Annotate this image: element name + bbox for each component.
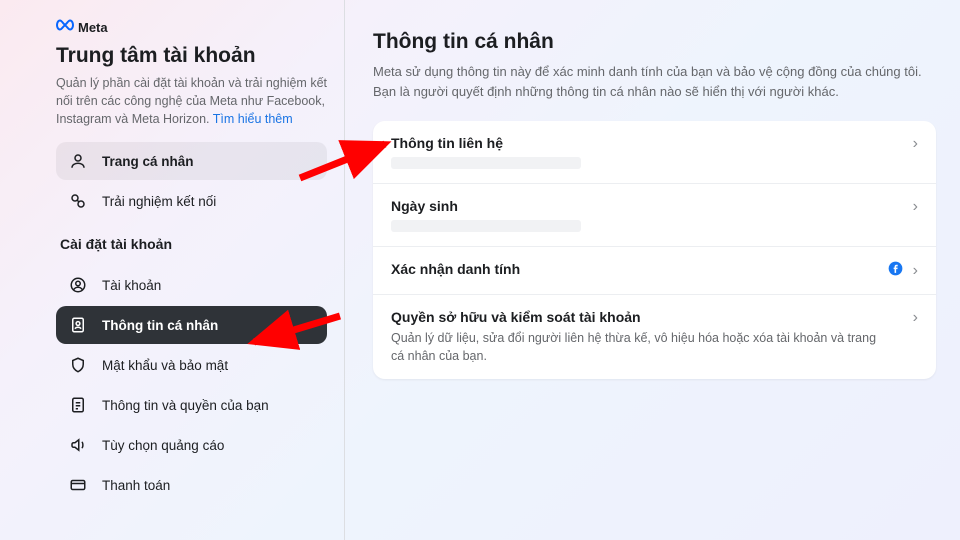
sidebar-item-label: Trang cá nhân <box>102 154 194 169</box>
row-identity-confirmation[interactable]: Xác nhận danh tính › <box>373 247 936 295</box>
learn-more-link[interactable]: Tìm hiểu thêm <box>213 112 293 126</box>
row-contact-info[interactable]: Thông tin liên hệ › <box>373 121 936 184</box>
sidebar-description: Quản lý phần cài đặt tài khoản và trải n… <box>56 74 327 128</box>
sidebar-item-label: Tùy chọn quảng cáo <box>102 438 224 453</box>
sidebar-title: Trung tâm tài khoản <box>56 44 327 68</box>
chevron-right-icon: › <box>913 135 918 153</box>
sidebar-section-label: Cài đặt tài khoản <box>60 236 327 252</box>
person-icon <box>68 152 88 170</box>
sidebar-item-label: Thanh toán <box>102 478 170 493</box>
credit-card-icon <box>68 476 88 494</box>
page-title: Thông tin cá nhân <box>373 30 936 54</box>
document-check-icon <box>68 396 88 414</box>
sidebar-item-payments[interactable]: Thanh toán <box>56 466 327 504</box>
sidebar-item-label: Tài khoản <box>102 278 161 293</box>
chevron-right-icon: › <box>913 309 918 327</box>
megaphone-icon <box>68 436 88 454</box>
settings-card: Thông tin liên hệ › Ngày sinh › Xác nhận… <box>373 121 936 379</box>
chevron-right-icon: › <box>913 262 918 280</box>
link-icon <box>68 192 88 210</box>
row-title: Quyền sở hữu và kiểm soát tài khoản <box>391 309 913 325</box>
row-birthday[interactable]: Ngày sinh › <box>373 184 936 247</box>
user-circle-icon <box>68 276 88 294</box>
sidebar-item-accounts[interactable]: Tài khoản <box>56 266 327 304</box>
meta-infinity-icon <box>56 18 74 36</box>
brand-name: Meta <box>78 20 108 35</box>
row-subtitle: Quản lý dữ liệu, sửa đổi người liên hệ t… <box>391 329 891 365</box>
sidebar-item-label: Thông tin cá nhân <box>102 318 218 333</box>
sidebar-item-label: Trải nghiệm kết nối <box>102 194 216 209</box>
sidebar-item-profiles[interactable]: Trang cá nhân <box>56 142 327 180</box>
sidebar-item-label: Thông tin và quyền của bạn <box>102 398 269 413</box>
row-title: Ngày sinh <box>391 198 913 214</box>
row-title: Thông tin liên hệ <box>391 135 913 151</box>
sidebar-item-connected-experiences[interactable]: Trải nghiệm kết nối <box>56 182 327 220</box>
redacted-value <box>391 157 581 169</box>
chevron-right-icon: › <box>913 198 918 216</box>
brand-logo: Meta <box>56 18 327 36</box>
sidebar-item-ad-preferences[interactable]: Tùy chọn quảng cáo <box>56 426 327 464</box>
id-card-icon <box>68 316 88 334</box>
sidebar-item-personal-details[interactable]: Thông tin cá nhân <box>56 306 327 344</box>
shield-icon <box>68 356 88 374</box>
row-title: Xác nhận danh tính <box>391 261 888 277</box>
row-ownership-control[interactable]: Quyền sở hữu và kiểm soát tài khoản Quản… <box>373 295 936 379</box>
facebook-icon <box>888 261 903 280</box>
page-description: Meta sử dụng thông tin này để xác minh d… <box>373 62 936 101</box>
vertical-divider <box>344 0 345 540</box>
sidebar-item-label: Mật khẩu và bảo mật <box>102 358 228 373</box>
sidebar-item-info-permissions[interactable]: Thông tin và quyền của bạn <box>56 386 327 424</box>
sidebar-item-password-security[interactable]: Mật khẩu và bảo mật <box>56 346 327 384</box>
redacted-value <box>391 220 581 232</box>
